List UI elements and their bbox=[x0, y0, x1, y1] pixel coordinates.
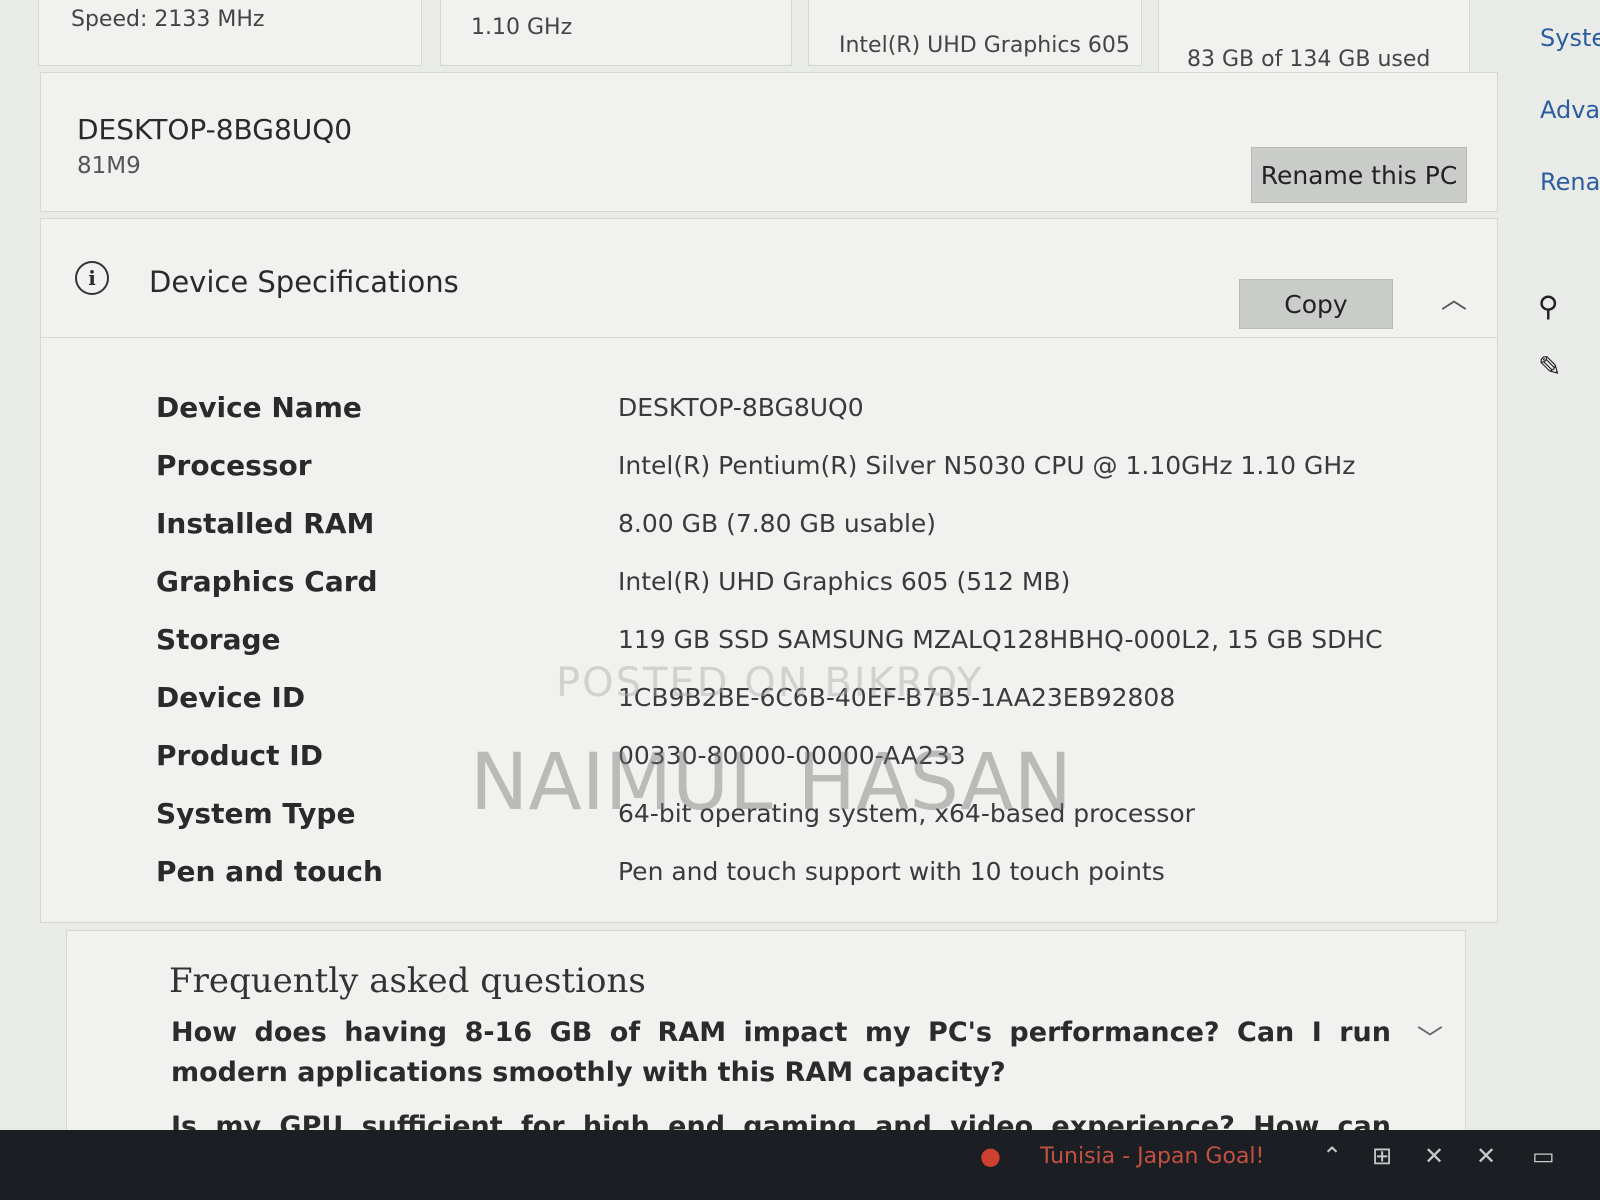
related-links-panel: Syste Advar Renar ⚲ ✎ bbox=[1502, 0, 1600, 1130]
windows-icon[interactable]: ⊞ bbox=[1372, 1142, 1392, 1170]
spec-row: Graphics Card Intel(R) UHD Graphics 605 … bbox=[41, 557, 1497, 613]
stat-card-graphics: Intel(R) UHD Graphics 605 bbox=[808, 0, 1142, 66]
spec-value: Pen and touch support with 10 touch poin… bbox=[618, 857, 1165, 886]
spec-value: 119 GB SSD SAMSUNG MZALQ128HBHQ-000L2, 1… bbox=[618, 625, 1383, 654]
feedback-icon[interactable]: ✎ bbox=[1538, 350, 1561, 383]
copy-button[interactable]: Copy bbox=[1239, 279, 1393, 329]
ram-speed-text: Speed: 2133 MHz bbox=[71, 7, 265, 32]
info-icon: i bbox=[75, 261, 109, 295]
spec-label: Device Name bbox=[156, 391, 362, 424]
chevron-down-icon[interactable]: ﹀ bbox=[1417, 1019, 1443, 1056]
spec-value: 8.00 GB (7.80 GB usable) bbox=[618, 509, 937, 538]
spec-row: Installed RAM 8.00 GB (7.80 GB usable) bbox=[41, 499, 1497, 555]
pc-model: 81M9 bbox=[77, 153, 141, 179]
volume-icon[interactable]: ✕ bbox=[1476, 1142, 1496, 1170]
related-link[interactable]: Renar bbox=[1540, 168, 1600, 196]
battery-icon[interactable]: ▭ bbox=[1532, 1142, 1555, 1170]
spec-label: Product ID bbox=[156, 739, 323, 772]
spec-label: Pen and touch bbox=[156, 855, 383, 888]
spec-row: Processor Intel(R) Pentium(R) Silver N50… bbox=[41, 441, 1497, 497]
spec-row: Device Name DESKTOP-8BG8UQ0 bbox=[41, 383, 1497, 439]
specs-header[interactable]: i Device Specifications Copy ︿ bbox=[41, 219, 1497, 338]
processor-speed-text: 1.10 GHz bbox=[471, 15, 573, 40]
spec-label: Installed RAM bbox=[156, 507, 375, 540]
chevron-up-icon[interactable]: ⌃ bbox=[1322, 1142, 1342, 1170]
spec-label: Device ID bbox=[156, 681, 306, 714]
device-name-card: DESKTOP-8BG8UQ0 81M9 Rename this PC bbox=[40, 72, 1498, 212]
watermark-name: NAIMUL HASAN bbox=[470, 738, 1073, 828]
stat-card-processor: 1.10 GHz bbox=[440, 0, 792, 66]
spec-value: Intel(R) UHD Graphics 605 (512 MB) bbox=[618, 567, 1071, 596]
spec-row: Pen and touch Pen and touch support with… bbox=[41, 847, 1497, 903]
spec-label: Processor bbox=[156, 449, 312, 482]
related-link[interactable]: Syste bbox=[1540, 24, 1600, 52]
rename-pc-button[interactable]: Rename this PC bbox=[1251, 147, 1467, 203]
spec-value: DESKTOP-8BG8UQ0 bbox=[618, 393, 864, 422]
spec-label: Storage bbox=[156, 623, 281, 656]
faq-question[interactable]: How does having 8-16 GB of RAM impact my… bbox=[171, 1013, 1391, 1093]
pc-name: DESKTOP-8BG8UQ0 bbox=[77, 113, 353, 146]
help-icon[interactable]: ⚲ bbox=[1538, 290, 1559, 323]
graphics-text: Intel(R) UHD Graphics 605 bbox=[839, 33, 1130, 58]
related-link[interactable]: Advar bbox=[1540, 96, 1600, 124]
chevron-up-icon[interactable]: ︿ bbox=[1441, 279, 1467, 316]
specs-title: Device Specifications bbox=[149, 265, 459, 299]
taskbar: ● Tunisia - Japan Goal! ⌃ ⊞ ✕ ✕ ▭ bbox=[0, 1130, 1600, 1200]
spec-label: Graphics Card bbox=[156, 565, 378, 598]
faq-title: Frequently asked questions bbox=[169, 961, 646, 1001]
spec-label: System Type bbox=[156, 797, 356, 830]
storage-usage-text: 83 GB of 134 GB used bbox=[1187, 47, 1431, 72]
news-icon[interactable]: ● bbox=[980, 1142, 1001, 1170]
network-icon[interactable]: ✕ bbox=[1424, 1142, 1444, 1170]
news-ticker-text[interactable]: Tunisia - Japan Goal! bbox=[1040, 1144, 1264, 1169]
spec-value: Intel(R) Pentium(R) Silver N5030 CPU @ 1… bbox=[618, 451, 1356, 480]
stat-card-speed: Speed: 2133 MHz bbox=[38, 0, 422, 66]
watermark-posted-on: POSTED ON BIKROY bbox=[556, 660, 984, 706]
